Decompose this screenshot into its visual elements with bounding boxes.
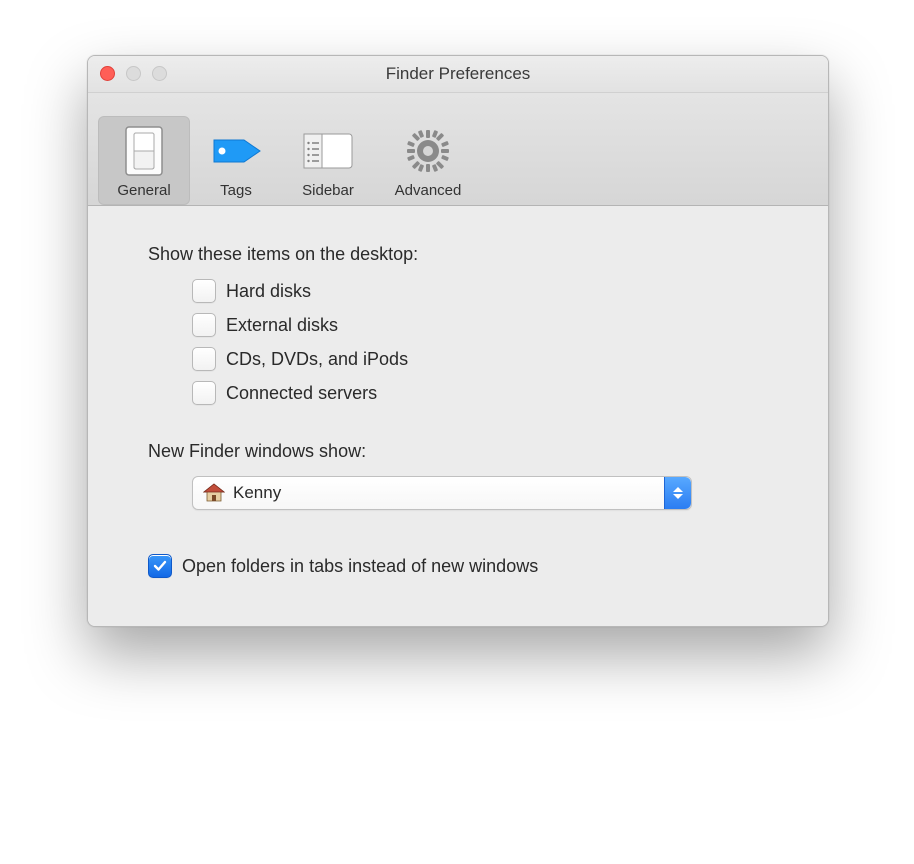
toolbar: General Tags xyxy=(88,93,828,206)
check-row-connected-servers: Connected servers xyxy=(192,381,768,405)
tab-sidebar[interactable]: Sidebar xyxy=(282,116,374,205)
checkbox-label: Hard disks xyxy=(226,281,311,302)
maximize-button[interactable] xyxy=(152,66,167,81)
window-title: Finder Preferences xyxy=(88,56,828,92)
traffic-lights xyxy=(100,66,167,81)
tab-advanced[interactable]: Advanced xyxy=(374,116,482,205)
switch-icon xyxy=(98,122,190,180)
checkbox-external-disks[interactable] xyxy=(192,313,216,337)
check-row-external-disks: External disks xyxy=(192,313,768,337)
tag-icon xyxy=(190,122,282,180)
tab-tags[interactable]: Tags xyxy=(190,116,282,205)
checkbox-connected-servers[interactable] xyxy=(192,381,216,405)
sidebar-icon xyxy=(282,122,374,180)
checkbox-label: External disks xyxy=(226,315,338,336)
chevron-up-icon xyxy=(673,487,683,492)
checkbox-label: CDs, DVDs, and iPods xyxy=(226,349,408,370)
checkbox-label: Connected servers xyxy=(226,383,377,404)
popup-stepper[interactable] xyxy=(664,477,691,509)
content-pane: Show these items on the desktop: Hard di… xyxy=(88,206,828,626)
tab-label: Advanced xyxy=(374,182,482,199)
titlebar: Finder Preferences xyxy=(88,56,828,93)
tab-general[interactable]: General xyxy=(98,116,190,205)
new-windows-popup[interactable]: Kenny xyxy=(192,476,692,510)
checkbox-open-in-tabs[interactable] xyxy=(148,554,172,578)
popup-value: Kenny xyxy=(233,483,281,503)
tab-label: General xyxy=(98,182,190,199)
tab-label: Tags xyxy=(190,182,282,199)
checkbox-hard-disks[interactable] xyxy=(192,279,216,303)
preferences-window: Finder Preferences General xyxy=(87,55,829,627)
tab-label: Sidebar xyxy=(282,182,374,199)
checkbox-cds-dvds-ipods[interactable] xyxy=(192,347,216,371)
check-row-hard-disks: Hard disks xyxy=(192,279,768,303)
checkbox-label: Open folders in tabs instead of new wind… xyxy=(182,556,538,577)
close-button[interactable] xyxy=(100,66,115,81)
show-items-label: Show these items on the desktop: xyxy=(148,244,768,265)
home-icon xyxy=(203,483,225,503)
gear-icon xyxy=(374,122,482,180)
chevron-down-icon xyxy=(673,494,683,499)
new-windows-label: New Finder windows show: xyxy=(148,441,768,462)
check-row-cds-dvds-ipods: CDs, DVDs, and iPods xyxy=(192,347,768,371)
check-row-open-in-tabs: Open folders in tabs instead of new wind… xyxy=(148,554,768,578)
minimize-button[interactable] xyxy=(126,66,141,81)
